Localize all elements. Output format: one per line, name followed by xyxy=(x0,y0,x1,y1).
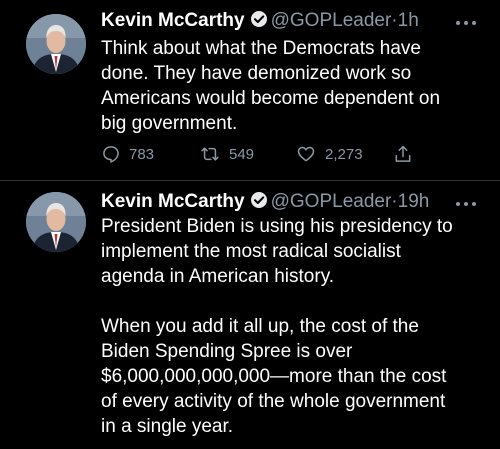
reply-button[interactable]: 783 xyxy=(101,142,154,168)
more-horizontal-icon[interactable] xyxy=(454,15,478,25)
author-name[interactable]: Kevin McCarthy xyxy=(101,10,245,31)
tweet-header: Kevin McCarthy @GOPLeader·1h xyxy=(101,8,419,34)
reply-icon xyxy=(103,146,119,163)
tweet-header: Kevin McCarthy @GOPLeader·19h xyxy=(101,189,429,215)
tweet[interactable]: Kevin McCarthy @GOPLeader·19h President B… xyxy=(0,181,500,449)
retweet-button[interactable]: 549 xyxy=(199,142,254,168)
tweet-text: President Biden is using his presidency … xyxy=(101,216,453,437)
reply-count: 783 xyxy=(129,146,155,163)
avatar-photo xyxy=(26,14,86,74)
author-handle[interactable]: @GOPLeader xyxy=(271,191,392,212)
author-handle[interactable]: @GOPLeader xyxy=(271,10,392,31)
author-name[interactable]: Kevin McCarthy xyxy=(101,191,245,212)
heart-icon xyxy=(297,146,315,162)
tweet-timestamp[interactable]: 19h xyxy=(398,191,430,212)
share-button[interactable] xyxy=(393,142,421,168)
verified-badge-icon xyxy=(249,9,269,37)
like-button[interactable]: 2,273 xyxy=(295,142,363,168)
retweet-icon xyxy=(201,147,219,161)
tweet-actions: 783 549 2,273 xyxy=(101,142,421,168)
more-horizontal-icon[interactable] xyxy=(454,196,478,206)
avatar-photo xyxy=(26,192,86,252)
avatar[interactable] xyxy=(26,14,86,74)
avatar[interactable] xyxy=(26,192,86,252)
retweet-count: 549 xyxy=(229,146,255,163)
tweet-timestamp[interactable]: 1h xyxy=(398,10,419,31)
share-icon xyxy=(395,145,411,162)
tweet-text: Think about what the Democrats have done… xyxy=(101,38,441,134)
tweet[interactable]: Kevin McCarthy @GOPLeader·1h Think about … xyxy=(0,0,500,181)
like-count: 2,273 xyxy=(325,146,363,163)
